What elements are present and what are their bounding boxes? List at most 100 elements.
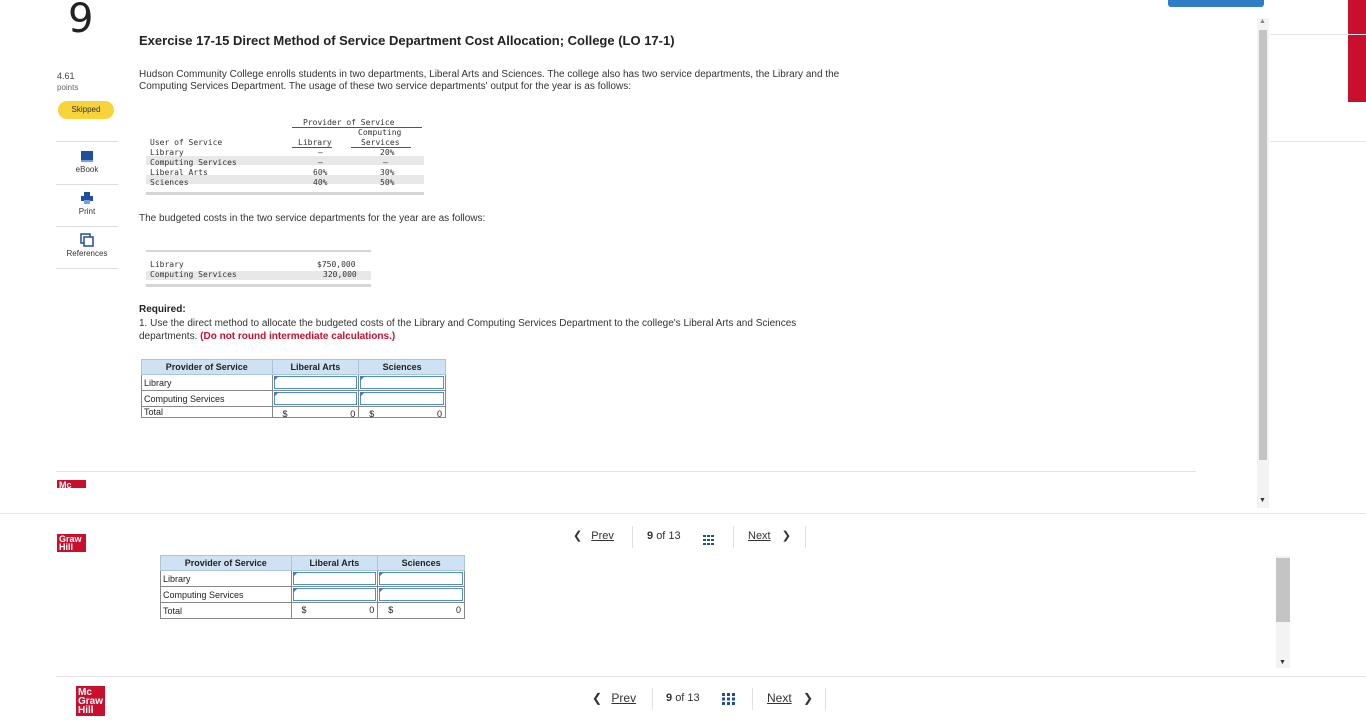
divider: [56, 226, 118, 227]
budget-cost: 320,000: [323, 270, 357, 279]
scroll-up-icon[interactable]: ▲: [1259, 18, 1266, 25]
page-number: 9: [647, 530, 654, 542]
row-computing-value: 20%: [380, 148, 395, 157]
col-computing-2: Services: [361, 138, 400, 147]
scrollbar-thumb[interactable]: [1259, 30, 1267, 460]
page-indicator: 9 of 13: [666, 692, 700, 704]
header-liberal-arts: Liberal Arts: [290, 555, 379, 571]
answer-table: Provider of Service Liberal Arts Science…: [160, 555, 465, 619]
grid-icon[interactable]: [722, 692, 735, 710]
row-library-value: 40%: [313, 178, 328, 187]
total-liberal: $0: [271, 406, 360, 419]
required-note: (Do not round intermediate calculations.…: [200, 331, 396, 342]
print-button[interactable]: Print: [60, 192, 114, 216]
row-library-value: 60%: [313, 168, 328, 177]
page-of-label: of 13: [675, 692, 700, 704]
row-label-library: Library: [160, 570, 292, 587]
chevron-left-icon: ❮: [592, 691, 603, 705]
divider: [56, 676, 1366, 677]
row-label-library: Library: [141, 374, 273, 391]
divider: [0, 513, 1366, 514]
row-label-total: Total: [141, 406, 273, 418]
row-label-computing: Computing Services: [160, 586, 292, 603]
divider: [56, 471, 1196, 472]
divider: [1270, 141, 1366, 142]
computing-sciences-input[interactable]: [358, 390, 446, 407]
references-button[interactable]: References: [60, 233, 114, 258]
computing-liberal-input[interactable]: [290, 586, 379, 603]
ebook-button[interactable]: eBook: [60, 150, 114, 174]
ebook-label: eBook: [75, 165, 99, 174]
scroll-down-icon[interactable]: ▼: [1259, 497, 1266, 504]
divider: [1270, 34, 1366, 35]
prev-button[interactable]: ❮ Prev: [573, 529, 614, 542]
row-user: Liberal Arts: [150, 168, 208, 177]
header-liberal-arts: Liberal Arts: [271, 359, 360, 375]
next-button[interactable]: Next ❯: [767, 691, 813, 705]
budget-dept: Library: [150, 260, 184, 269]
prev-button[interactable]: ❮ Prev: [592, 691, 636, 705]
header-sciences: Sciences: [377, 555, 465, 571]
budget-text: The budgeted costs in the two service de…: [139, 213, 486, 224]
print-label: Print: [78, 207, 96, 216]
row-user: Computing Services: [150, 158, 237, 167]
scroll-down-icon[interactable]: ▼: [1279, 659, 1286, 666]
chevron-right-icon: ❯: [781, 530, 791, 542]
references-icon: [80, 233, 94, 247]
page-indicator: 9 of 13: [647, 530, 681, 542]
prev-link[interactable]: Prev: [591, 530, 614, 542]
total-sciences: $0: [358, 406, 446, 419]
scrollbar-thumb[interactable]: [1276, 558, 1290, 622]
logo-fragment: Mc: [57, 480, 86, 488]
computing-liberal-input[interactable]: [271, 390, 360, 407]
divider: [56, 141, 118, 142]
row-user: Library: [150, 148, 184, 157]
row-library-value: —: [318, 158, 323, 167]
points-label: points: [57, 83, 79, 92]
row-computing-value: 30%: [380, 168, 395, 177]
row-label-total: Total: [160, 602, 292, 619]
library-sciences-input[interactable]: [377, 570, 465, 587]
usage-table: Provider of Service Computing User of Se…: [146, 118, 424, 195]
question-title: Exercise 17-15 Direct Method of Service …: [139, 33, 675, 48]
row-user: Sciences: [150, 178, 189, 187]
prev-link[interactable]: Prev: [611, 691, 636, 705]
library-liberal-input[interactable]: [271, 374, 360, 391]
next-button[interactable]: Next ❯: [748, 529, 791, 542]
references-label: References: [66, 249, 108, 258]
status-badge: Skipped: [58, 101, 114, 119]
chevron-left-icon: ❮: [573, 530, 583, 542]
submit-button[interactable]: [1168, 0, 1264, 7]
next-link[interactable]: Next: [748, 530, 771, 542]
library-liberal-input[interactable]: [290, 570, 379, 587]
divider: [56, 184, 118, 185]
chevron-right-icon: ❯: [803, 691, 814, 705]
required-body: 1. Use the direct method to allocate the…: [139, 317, 839, 343]
row-library-value: —: [318, 148, 323, 157]
computing-sciences-input[interactable]: [377, 586, 465, 603]
divider: [56, 268, 118, 269]
question-number: 9: [68, 0, 94, 42]
header-sciences: Sciences: [358, 359, 446, 375]
col-library: Library: [298, 138, 332, 147]
mcgraw-hill-logo: Mc Graw Hill: [76, 686, 105, 716]
header-provider: Provider of Service: [141, 359, 273, 375]
user-header: User of Service: [150, 138, 223, 147]
header-provider: Provider of Service: [160, 555, 292, 571]
mcgraw-hill-logo: Graw Hill: [57, 534, 86, 552]
next-link[interactable]: Next: [767, 691, 792, 705]
budget-cost: $750,000: [317, 260, 356, 269]
total-liberal: $0: [290, 602, 379, 619]
required-heading: Required:: [139, 304, 186, 315]
row-computing-value: 50%: [380, 178, 395, 187]
row-computing-value: —: [383, 158, 388, 167]
grid-icon[interactable]: [703, 532, 715, 550]
page-of-label: of 13: [656, 530, 681, 542]
row-label-computing: Computing Services: [141, 390, 273, 407]
library-sciences-input[interactable]: [358, 374, 446, 391]
page-number: 9: [666, 692, 673, 704]
budget-dept: Computing Services: [150, 270, 237, 279]
total-sciences: $0: [377, 602, 465, 619]
printer-icon: [81, 192, 93, 204]
budget-table: Library $750,000 Computing Services 320,…: [146, 250, 371, 288]
